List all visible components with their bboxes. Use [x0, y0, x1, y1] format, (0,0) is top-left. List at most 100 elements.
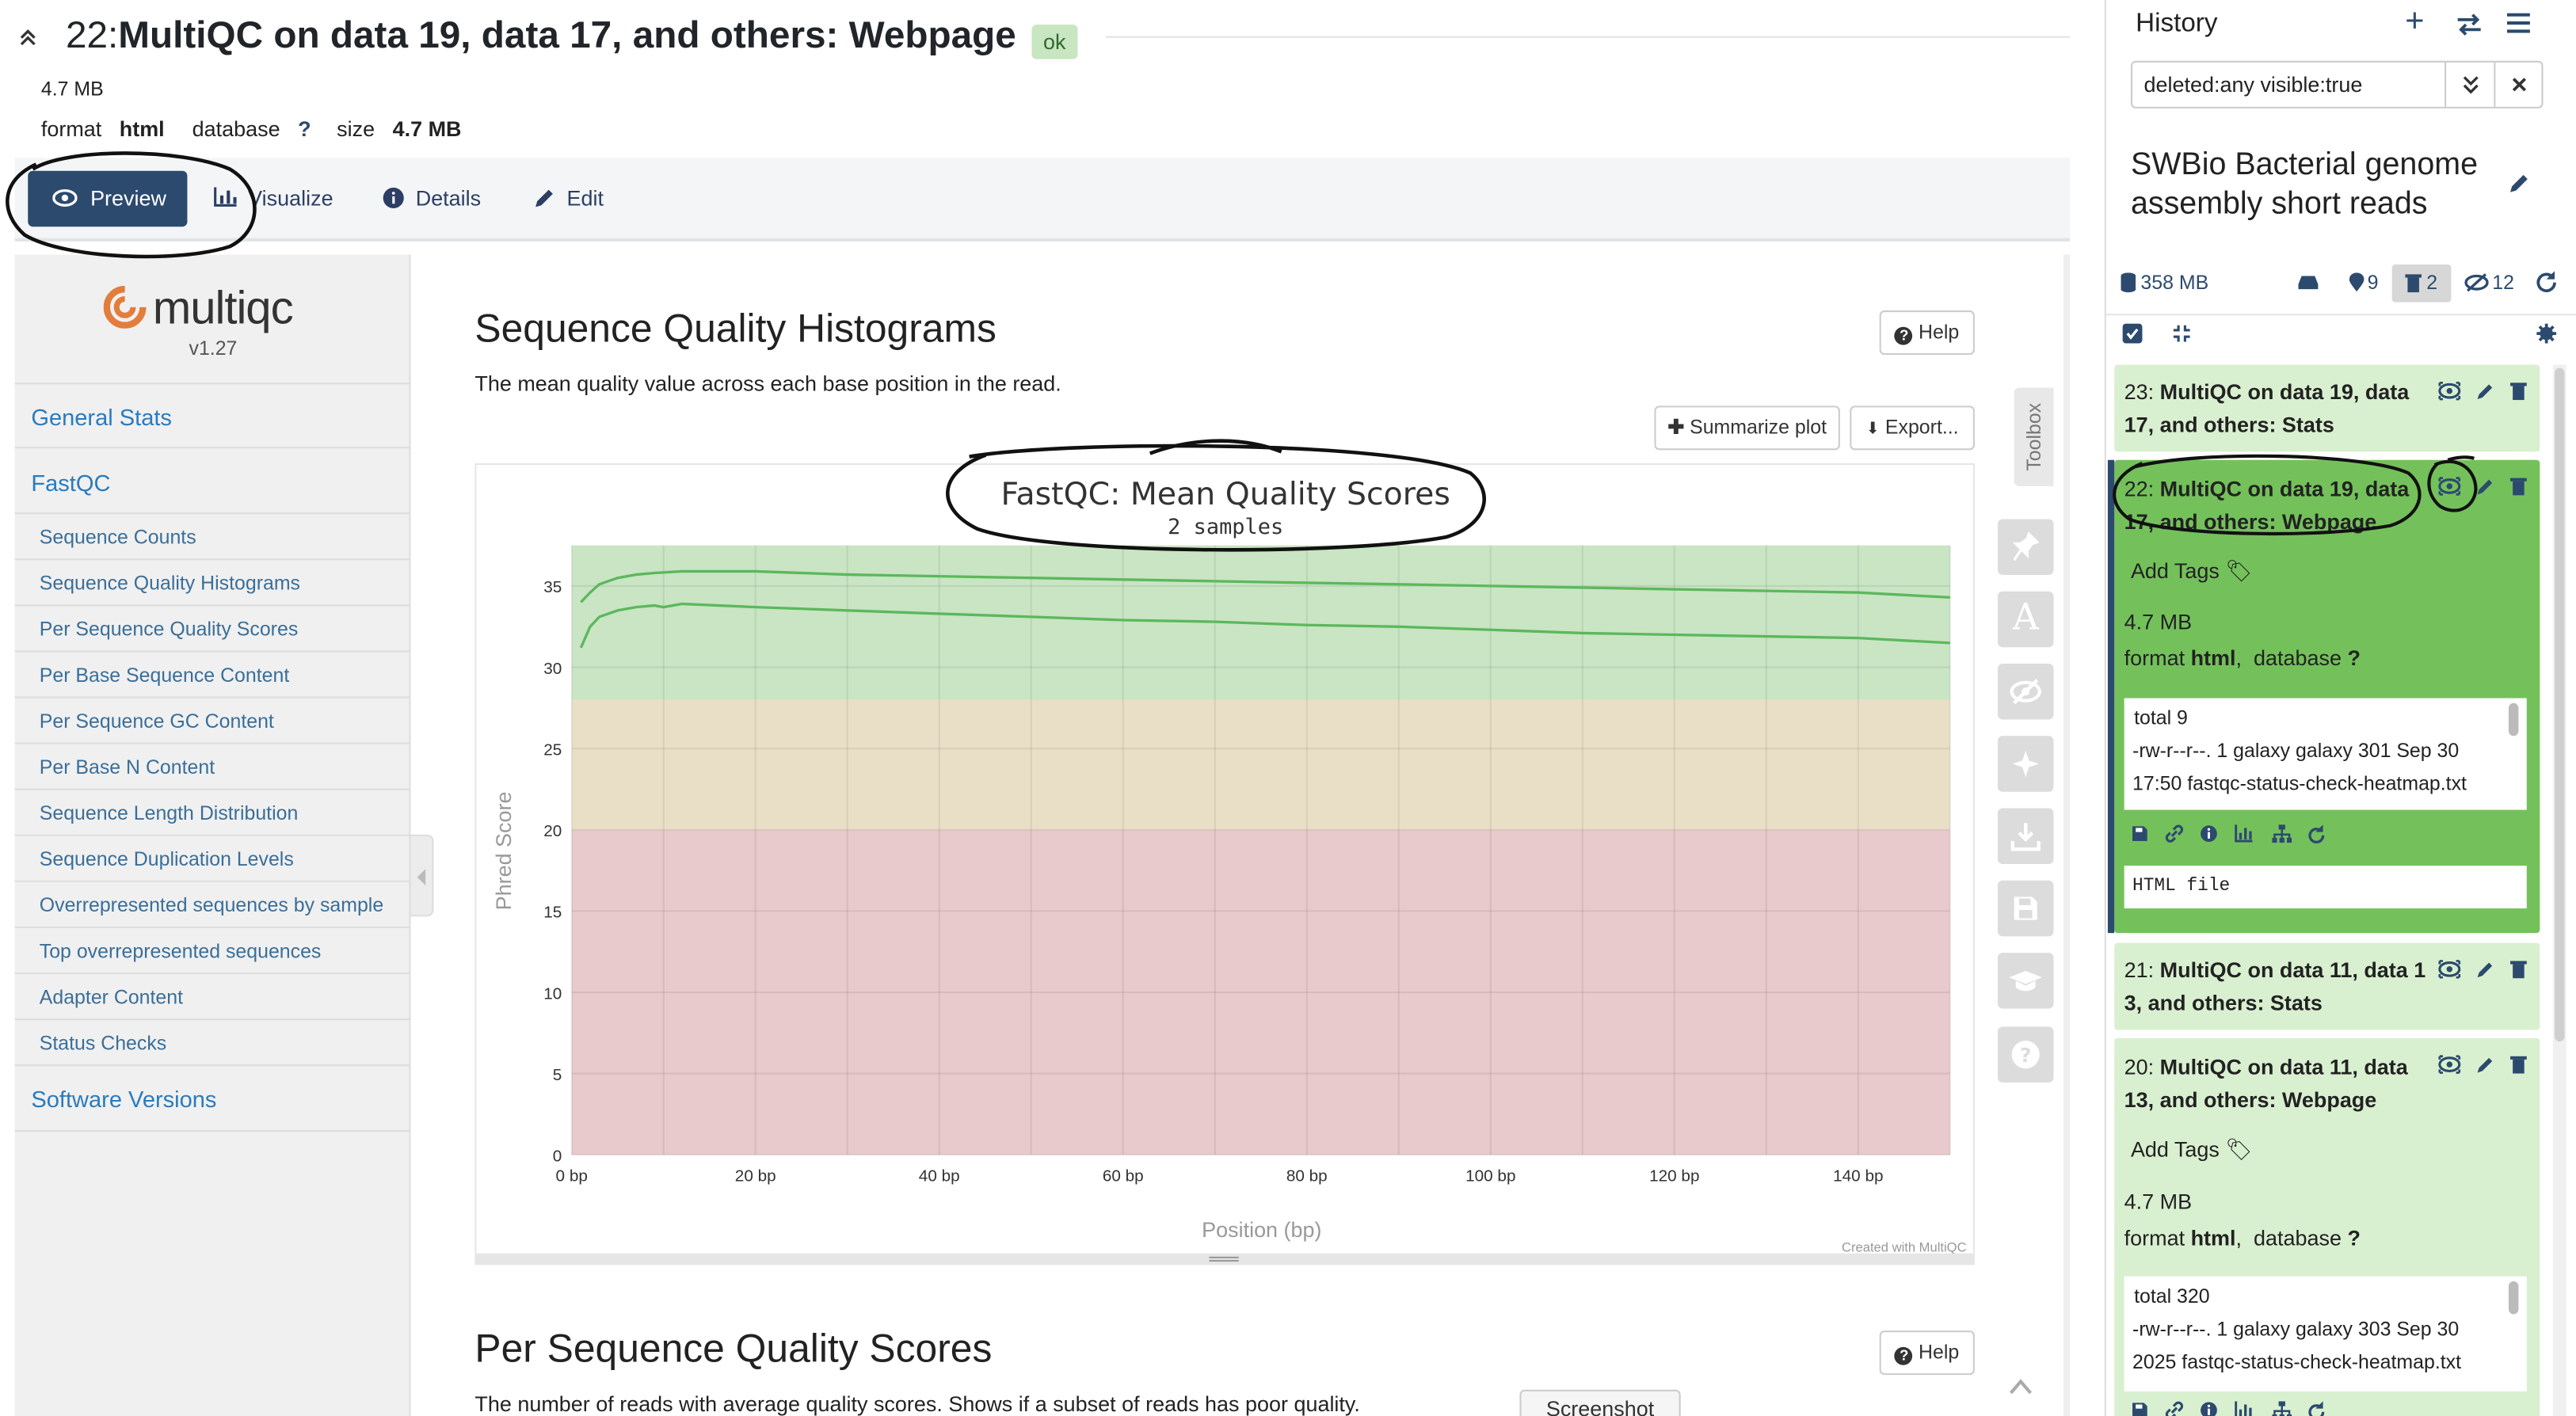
- trash-icon[interactable]: [2509, 477, 2532, 497]
- tab-preview[interactable]: Preview: [28, 170, 188, 227]
- history-filter-input[interactable]: [2132, 62, 2445, 107]
- switch-history-icon[interactable]: [2456, 13, 2483, 36]
- collapse-up-icon[interactable]: [20, 28, 36, 48]
- pencil-icon[interactable]: [2474, 381, 2497, 401]
- select-all-checkbox-icon[interactable]: [2122, 323, 2143, 344]
- download-icon: ⬇: [1865, 421, 1880, 439]
- quality-line-chart[interactable]: 0 5 10 15 20 25 30 35 0 bp 20 bp 40 bp 60 bp 80 bp 1…: [476, 465, 1976, 1266]
- history-item-title[interactable]: 20: MultiQC on data 11, data: [2124, 1055, 2408, 1079]
- count-hidden[interactable]: 12: [2492, 271, 2514, 294]
- hdd-icon[interactable]: [2296, 274, 2319, 291]
- info-circle-icon[interactable]: [2200, 1401, 2220, 1416]
- add-tags-button[interactable]: Add Tags 🏷: [2131, 1136, 2253, 1163]
- nav-sub-item[interactable]: Overrepresented sequences by sample: [40, 893, 383, 916]
- pencil-icon[interactable]: [2507, 173, 2530, 196]
- peek-scrollbar[interactable]: [2508, 1281, 2519, 1315]
- trash-icon[interactable]: [2509, 959, 2532, 979]
- nav-software-versions[interactable]: Software Versions: [31, 1086, 216, 1112]
- add-tags-button[interactable]: Add Tags 🏷: [2131, 558, 2253, 584]
- history-item-title[interactable]: 22: MultiQC on data 19, data: [2124, 477, 2410, 501]
- nav-divider: [14, 1130, 411, 1132]
- chart-bar-icon[interactable]: [2235, 1401, 2254, 1416]
- nav-sub-item[interactable]: Per Base N Content: [40, 756, 215, 778]
- advanced-filter-button[interactable]: [2445, 62, 2494, 107]
- hide-samples-button[interactable]: [1997, 663, 2054, 720]
- pencil-icon[interactable]: [2474, 1055, 2497, 1075]
- save-settings-button[interactable]: [1997, 880, 2054, 937]
- summarize-plot-button[interactable]: ✚ Summarize plot: [1654, 405, 1840, 451]
- nav-sub-item[interactable]: Status Checks: [40, 1032, 166, 1055]
- tab-edit[interactable]: Edit: [532, 171, 615, 227]
- multiqc-logo: multiqc: [152, 282, 294, 334]
- about-button[interactable]: ?: [1997, 1026, 2054, 1083]
- redo-icon[interactable]: [2307, 1401, 2326, 1416]
- nav-sub-item[interactable]: Sequence Quality Histograms: [40, 572, 300, 595]
- nav-fastqc[interactable]: FastQC: [31, 470, 110, 496]
- help-tour-button[interactable]: [1997, 953, 2054, 1009]
- toolbox-tab[interactable]: Toolbox: [2014, 387, 2054, 486]
- nav-sub-item[interactable]: Per Base Sequence Content: [40, 664, 289, 687]
- save-icon[interactable]: [2131, 824, 2151, 844]
- help-button[interactable]: ? Help: [1879, 1330, 1975, 1376]
- count-shown[interactable]: 9: [2368, 271, 2379, 294]
- history-item-title[interactable]: 13, and others: Webpage: [2124, 1087, 2377, 1112]
- save-icon[interactable]: [2131, 1401, 2151, 1416]
- new-history-plus-icon[interactable]: +: [2405, 3, 2424, 41]
- nav-sub-item[interactable]: Top overrepresented sequences: [40, 939, 322, 962]
- refresh-icon[interactable]: [2535, 271, 2556, 292]
- export-button[interactable]: ⬇ Export...: [1850, 405, 1975, 451]
- sitemap-icon[interactable]: [2272, 824, 2292, 844]
- history-scroll-thumb[interactable]: [2555, 367, 2565, 1042]
- redo-icon[interactable]: [2307, 824, 2326, 844]
- history-menu-icon[interactable]: [2506, 13, 2530, 33]
- history-item-title[interactable]: 21: MultiQC on data 11, data 1: [2124, 957, 2426, 982]
- link-icon[interactable]: [2165, 824, 2185, 844]
- gear-icon[interactable]: [2536, 323, 2557, 344]
- scroll-top-icon[interactable]: [2007, 1376, 2033, 1396]
- nav-sub-item[interactable]: Per Sequence Quality Scores: [40, 618, 298, 641]
- pencil-icon[interactable]: [2474, 959, 2497, 979]
- trash-icon[interactable]: [2509, 1055, 2532, 1075]
- nav-sub-item[interactable]: Sequence Length Distribution: [40, 801, 299, 824]
- highlight-button[interactable]: [1997, 519, 2054, 575]
- help-button[interactable]: ? Help: [1879, 310, 1975, 356]
- eye-icon[interactable]: [2438, 959, 2461, 979]
- nav-sub-item[interactable]: Per Sequence GC Content: [40, 710, 274, 733]
- x-tick-label: 40 bp: [919, 1167, 960, 1185]
- history-item-23[interactable]: [2114, 364, 2540, 452]
- export-plots-button[interactable]: [1997, 808, 2054, 865]
- eye-icon[interactable]: [2438, 477, 2461, 497]
- sidebar-collapse-handle[interactable]: [410, 834, 434, 917]
- info-circle-icon[interactable]: [2200, 824, 2220, 844]
- sitemap-icon[interactable]: [2272, 1401, 2292, 1416]
- history-item-title[interactable]: 17, and others: Webpage: [2124, 509, 2377, 534]
- screenshot-tab[interactable]: Screenshot: [1519, 1389, 1681, 1416]
- history-item-21[interactable]: [2114, 942, 2540, 1030]
- peek-scrollbar[interactable]: [2508, 702, 2519, 737]
- eye-slash-icon: [2010, 679, 2041, 705]
- nav-sub-item[interactable]: Sequence Counts: [40, 526, 196, 549]
- tab-details[interactable]: Details: [383, 171, 497, 227]
- link-icon[interactable]: [2165, 1401, 2185, 1416]
- history-item-title[interactable]: 3, and others: Stats: [2124, 991, 2323, 1015]
- clear-filter-button[interactable]: [2494, 62, 2541, 107]
- pencil-icon[interactable]: [2474, 477, 2497, 497]
- ai-button[interactable]: [1997, 736, 2054, 792]
- trash-icon[interactable]: [2509, 381, 2532, 401]
- nav-divider: [14, 880, 411, 882]
- collapse-all-icon[interactable]: [2172, 324, 2192, 344]
- eye-icon[interactable]: [2438, 1055, 2461, 1075]
- chart-bar-icon[interactable]: [2235, 824, 2254, 844]
- x-tick-label: 140 bp: [1833, 1167, 1883, 1185]
- history-size[interactable]: 358 MB: [2140, 271, 2208, 294]
- rename-button[interactable]: A: [1997, 591, 2054, 648]
- tab-visualize[interactable]: Visualize: [214, 171, 345, 227]
- history-item-title[interactable]: 17, and others: Stats: [2124, 413, 2334, 437]
- eye-icon[interactable]: [2438, 381, 2461, 401]
- nav-general-stats[interactable]: General Stats: [31, 404, 172, 430]
- history-item-title[interactable]: 23: MultiQC on data 19, data: [2124, 379, 2410, 404]
- nav-sub-item[interactable]: Sequence Duplication Levels: [40, 847, 294, 870]
- iframe-scrollbar[interactable]: [2063, 254, 2071, 1416]
- nav-sub-item[interactable]: Adapter Content: [40, 986, 183, 1009]
- question-circle-icon: ?: [1895, 326, 1914, 345]
